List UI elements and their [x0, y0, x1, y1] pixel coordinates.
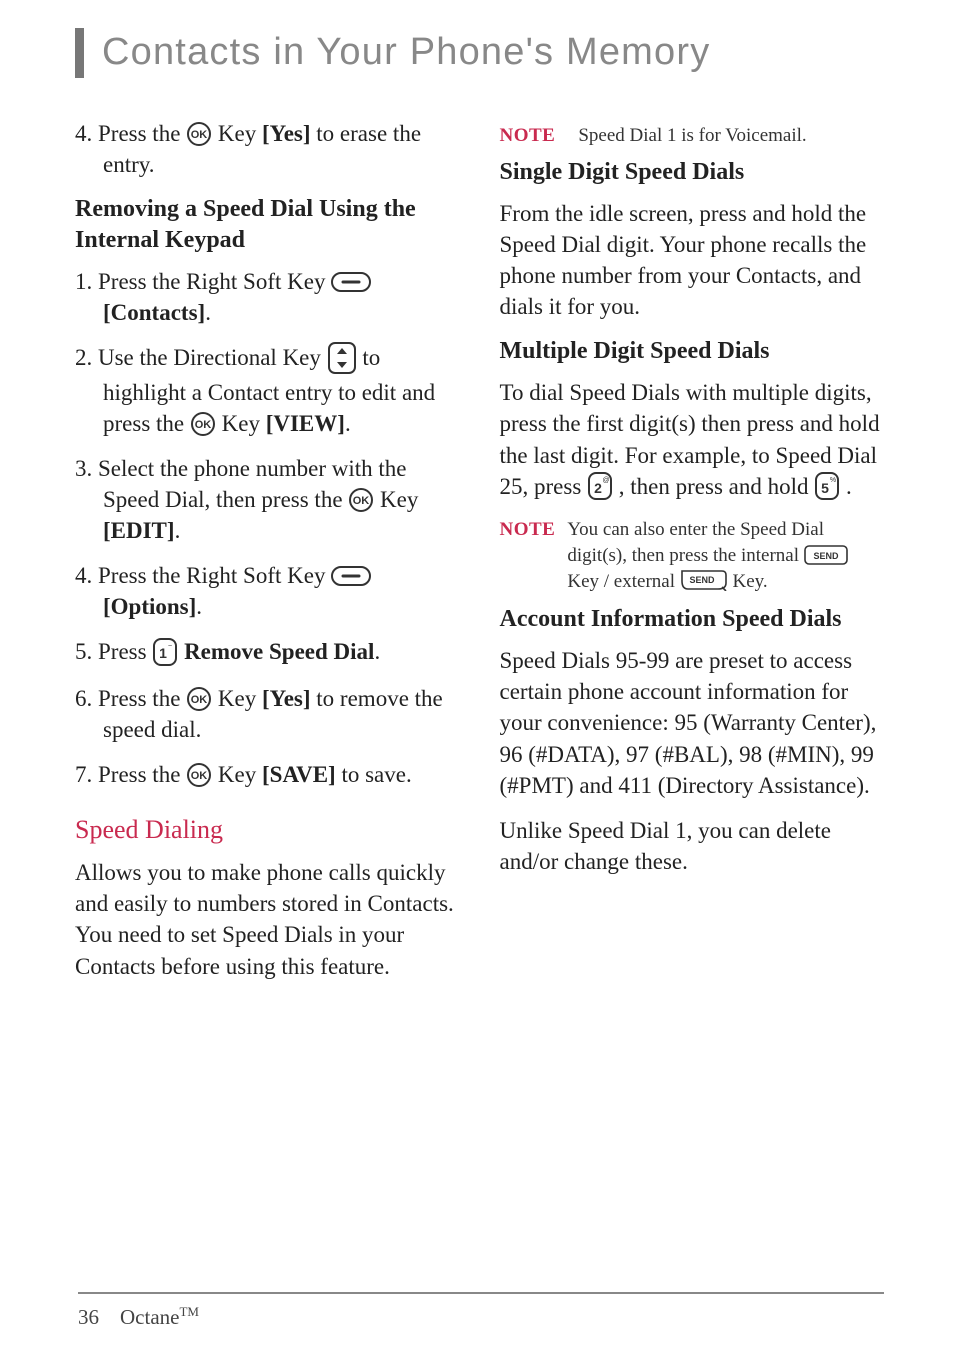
key-1-icon: 1~: [152, 637, 178, 667]
step-1: 1. Press the Right Soft Key [Contacts].: [75, 266, 460, 328]
svg-text:~: ~: [168, 643, 172, 650]
text: .: [196, 594, 202, 619]
label-yes: [Yes]: [262, 686, 311, 711]
speed-dialing-paragraph: Allows you to make phone calls quickly a…: [75, 857, 460, 981]
key-5-icon: 5%: [814, 471, 840, 501]
single-digit-paragraph: From the idle screen, press and hold the…: [500, 198, 885, 322]
text: 2. Use the Directional Key: [75, 345, 327, 370]
svg-text:OK: OK: [191, 694, 208, 706]
send-key-external-icon: SEND: [680, 569, 728, 591]
note-text: Speed Dial 1 is for Voicemail.: [578, 125, 806, 146]
step-3: 3. Select the phone number with the Spee…: [75, 453, 460, 546]
step-4: 4. Press the Right Soft Key [Options].: [75, 560, 460, 622]
svg-text:SEND: SEND: [813, 551, 839, 561]
text: .: [205, 300, 211, 325]
right-soft-key-icon: [331, 272, 371, 292]
note-voicemail: NOTE Speed Dial 1 is for Voicemail.: [500, 118, 885, 149]
text: Key / external: [567, 571, 679, 592]
step-5: 5. Press 1~ Remove Speed Dial.: [75, 636, 460, 669]
svg-text:OK: OK: [195, 419, 212, 431]
svg-text:%: %: [830, 477, 836, 484]
svg-text:OK: OK: [191, 770, 208, 782]
text: 4. Press the Right Soft Key: [75, 563, 331, 588]
account-info-paragraph-2: Unlike Speed Dial 1, you can delete and/…: [500, 815, 885, 877]
right-soft-key-icon: [331, 566, 371, 586]
text: Key: [218, 686, 262, 711]
left-column: 4. Press the OK Key [Yes] to erase the e…: [75, 118, 460, 996]
title-accent-bar: [75, 28, 84, 78]
text: 6. Press the: [75, 686, 186, 711]
text: Key: [380, 487, 418, 512]
subhead-removing-speed-dial: Removing a Speed Dial Using the Internal…: [75, 194, 460, 256]
text: 7. Press the: [75, 762, 186, 787]
text: Key: [218, 762, 262, 787]
text: to save.: [341, 762, 411, 787]
label-yes: [Yes]: [262, 121, 311, 146]
directional-key-icon: [327, 341, 357, 375]
step-6: 6. Press the OK Key [Yes] to remove the …: [75, 683, 460, 745]
section-speed-dialing: Speed Dialing: [75, 812, 460, 847]
subhead-single-digit: Single Digit Speed Dials: [500, 157, 885, 188]
page-number: 36: [78, 1305, 99, 1329]
label-edit: [EDIT]: [103, 518, 175, 543]
subhead-multiple-digit: Multiple Digit Speed Dials: [500, 336, 885, 367]
label-options: [Options]: [103, 594, 196, 619]
svg-text:5: 5: [821, 480, 829, 496]
text: Key.: [732, 571, 767, 592]
svg-text:1: 1: [159, 645, 167, 661]
text: .: [846, 474, 852, 499]
text: You can also enter the Speed Dial digit(…: [567, 519, 824, 566]
account-info-paragraph: Speed Dials 95-99 are preset to access c…: [500, 645, 885, 800]
text: Key: [218, 121, 262, 146]
svg-text:2: 2: [594, 480, 602, 496]
text: .: [374, 639, 380, 664]
step-erase-entry: 4. Press the OK Key [Yes] to erase the e…: [75, 118, 460, 180]
step-7: 7. Press the OK Key [SAVE] to save.: [75, 759, 460, 790]
note-body: You can also enter the Speed Dial digit(…: [567, 517, 884, 594]
label-save: [SAVE]: [262, 762, 336, 787]
note-label: NOTE: [500, 125, 556, 146]
text: 4. Press the: [75, 121, 186, 146]
footer-text: 36 OctaneTM: [78, 1304, 884, 1330]
ok-key-icon: OK: [186, 762, 212, 788]
text: 5. Press: [75, 639, 152, 664]
right-column: NOTE Speed Dial 1 is for Voicemail. Sing…: [500, 118, 885, 996]
subhead-account-info: Account Information Speed Dials: [500, 604, 885, 635]
text: , then press and hold: [619, 474, 814, 499]
key-2-icon: 2@: [587, 471, 613, 501]
svg-text:SEND: SEND: [689, 575, 715, 585]
step-2: 2. Use the Directional Key to highlight …: [75, 342, 460, 439]
trademark: TM: [179, 1304, 199, 1319]
product-name: Octane: [120, 1305, 179, 1329]
svg-text:OK: OK: [191, 129, 208, 141]
label-view: [VIEW]: [266, 411, 345, 436]
ok-key-icon: OK: [186, 686, 212, 712]
note-send-key: NOTE You can also enter the Speed Dial d…: [500, 517, 885, 594]
text: .: [175, 518, 181, 543]
text: .: [345, 411, 351, 436]
multiple-digit-paragraph: To dial Speed Dials with multiple digits…: [500, 377, 885, 503]
page-footer: 36 OctaneTM: [78, 1292, 884, 1330]
text: 1. Press the Right Soft Key: [75, 269, 331, 294]
page-title: Contacts in Your Phone's Memory: [102, 28, 710, 78]
label-contacts: [Contacts]: [103, 300, 205, 325]
ok-key-icon: OK: [190, 411, 216, 437]
text: Key: [222, 411, 266, 436]
svg-text:@: @: [602, 477, 609, 484]
ok-key-icon: OK: [348, 487, 374, 513]
note-label: NOTE: [500, 517, 556, 594]
title-row: Contacts in Your Phone's Memory: [75, 28, 884, 78]
footer-divider: [78, 1292, 884, 1294]
send-key-internal-icon: SEND: [804, 545, 848, 565]
label-remove-speed-dial: Remove Speed Dial: [184, 639, 374, 664]
svg-text:OK: OK: [353, 495, 370, 507]
ok-key-icon: OK: [186, 121, 212, 147]
